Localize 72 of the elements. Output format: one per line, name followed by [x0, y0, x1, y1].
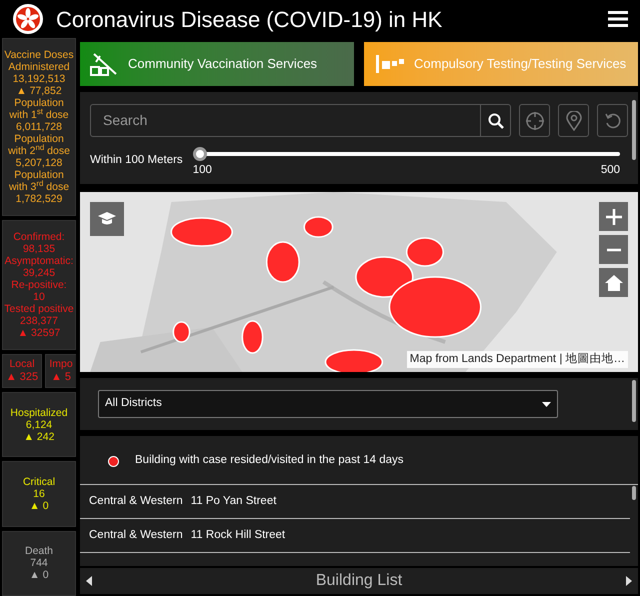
stat-text: Re-positive: [11, 279, 67, 291]
cap-icon [97, 211, 117, 227]
right-arrow-icon [626, 576, 632, 586]
map-attribution: Map from Lands Department | 地圖由地… [406, 350, 628, 368]
stat-label: Impo [49, 358, 73, 371]
caret-icon [542, 402, 551, 406]
stat-value: ▲ 325 [6, 371, 38, 384]
slider-thumb[interactable] [192, 147, 207, 161]
stat-text: Death [24, 545, 54, 558]
menu-icon[interactable] [608, 10, 628, 28]
stat-text: ▲ 32597 [18, 327, 60, 339]
stat-text: Population with 2$^{nd}$ dose [7, 133, 71, 157]
crosshair-icon [524, 110, 544, 130]
stat-text: Tested positive [4, 303, 74, 315]
search-button[interactable] [481, 104, 511, 137]
app-title: Coronavirus Disease (COVID-19) in HK [56, 6, 444, 34]
plus-icon [606, 208, 622, 224]
stat-text: Population with 1$^{st}$ dose [8, 97, 70, 121]
pin-icon [566, 110, 582, 130]
district-dropdown[interactable]: All Districts [98, 390, 558, 418]
stat-text: 744 [30, 557, 48, 570]
pin-button[interactable] [558, 104, 589, 137]
stat-text: 6,124 [26, 418, 52, 431]
district-text: Central & Western [89, 494, 183, 509]
stat-text: Asymptomatic: [4, 255, 74, 267]
stat-text: 39,245 [22, 267, 56, 279]
locate-button[interactable] [519, 104, 550, 137]
home-button[interactable] [599, 268, 628, 297]
building-row[interactable]: Central & Western 11 Po Yan Street [80, 485, 630, 519]
stat-text: ▲ 0 [29, 569, 49, 582]
stat-text: Vaccine Doses Administered [4, 49, 74, 73]
stat-text: 13,192,513 [12, 73, 66, 85]
stat-text: ▲ 0 [29, 500, 49, 512]
home-icon [604, 274, 622, 290]
reset-button[interactable] [597, 104, 628, 137]
stat-text: Hospitalized [10, 406, 68, 419]
stat-text: 6,011,728 [16, 121, 62, 133]
radius-label: Within 100 Meters [90, 153, 183, 168]
emblem-icon [12, 3, 44, 35]
panel-title: Building List [316, 571, 402, 591]
stat-text: ▲ 77,852 [16, 85, 62, 97]
refresh-icon [604, 112, 622, 130]
left-arrow-icon [86, 576, 92, 586]
slider-min: 100 [192, 163, 212, 178]
zoom-in-button[interactable] [599, 202, 628, 231]
address-text: 11 Rock Hill Street [190, 528, 286, 543]
stat-label: Local [9, 358, 35, 371]
stat-text: 16 [33, 488, 45, 500]
scrollbar[interactable] [632, 380, 636, 422]
minus-icon [606, 248, 620, 252]
stat-text: 1,782,529 [16, 193, 62, 205]
stat-text: 5,207,128 [16, 157, 62, 169]
slider-max: 500 [600, 163, 620, 178]
zoom-out-button[interactable] [599, 235, 628, 264]
building-row[interactable]: Central & Western 11 Rock Hill Street [80, 519, 630, 553]
stat-value: ▲ 5 [50, 371, 72, 384]
stat-text: 238,377 [20, 315, 58, 327]
district-text: Central & Western [89, 528, 183, 543]
stat-text: 10 [33, 291, 45, 303]
address-text: 11 Po Yan Street [190, 494, 276, 509]
stat-text: Confirmed: [13, 231, 65, 243]
stat-text: 98,135 [22, 243, 56, 255]
scrollbar[interactable] [632, 100, 636, 160]
legend-label: Building with case resided/visited in the past 14 days [135, 453, 404, 468]
stat-text: Critical [22, 476, 56, 488]
stat-text: Population with 3$^{rd}$ dose [8, 169, 70, 193]
search-field[interactable]: Search [90, 104, 481, 137]
search-icon [488, 112, 504, 128]
stat-text: ▲ 242 [24, 430, 54, 443]
scrollbar[interactable] [632, 486, 636, 500]
service-button[interactable]: Community Vaccination Services [80, 42, 354, 86]
basemap-button[interactable] [90, 202, 124, 236]
